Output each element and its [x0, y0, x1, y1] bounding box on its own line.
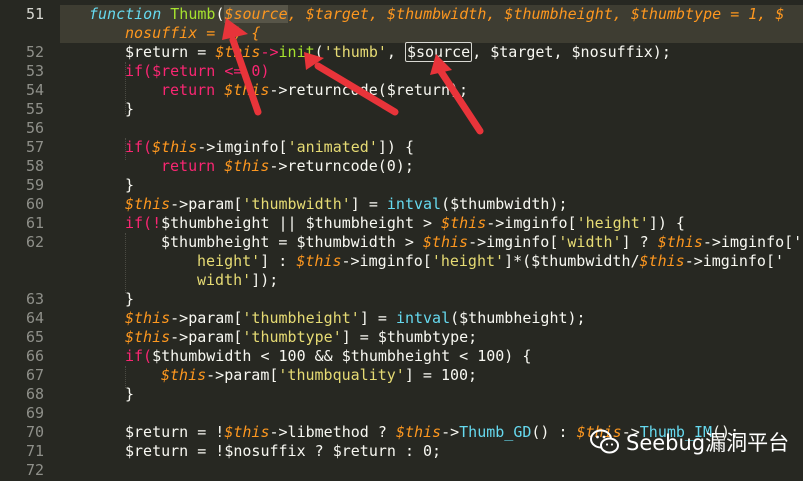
line-number: 63 [25, 290, 44, 308]
line-number: 54 [25, 81, 44, 99]
code-line-57: if($this->imginfo['animated']) { [125, 138, 414, 156]
code-line-51-wrap: nosuffix = 0) { [125, 24, 261, 42]
code-line-54: return $this->returncode($return); [161, 81, 469, 99]
code-line-55: } [125, 100, 135, 118]
code-line-65: $this->param['thumbtype'] = $thumbtype; [125, 328, 478, 346]
seebug-watermark: Seebug漏洞平台 [590, 424, 789, 460]
line-number: 65 [25, 328, 44, 346]
wechat-logo-icon [590, 428, 619, 456]
line-number: 71 [25, 442, 44, 460]
code-line-62-wrap-2: width']); [197, 271, 279, 289]
line-number: 70 [25, 423, 44, 441]
indent-guide [125, 233, 126, 293]
code-line-60: $this->param['thumbwidth'] = intval($thu… [125, 195, 568, 213]
line-number: 64 [25, 309, 44, 327]
line-number: 53 [25, 62, 44, 80]
code-line-53: if($return <= 0) [125, 62, 270, 80]
line-number: 57 [25, 138, 44, 156]
code-line-58: return $this->returncode(0); [161, 157, 414, 175]
code-line-66: if($thumbwidth < 100 && $thumbheight < 1… [125, 347, 532, 365]
watermark-text: Seebug漏洞平台 [626, 431, 790, 455]
code-editor[interactable]: 51 52 53 54 55 56 57 58 59 60 61 62 63 6… [0, 0, 803, 481]
line-number: 61 [25, 214, 44, 232]
line-number: 72 [25, 461, 44, 479]
line-number: 67 [25, 366, 44, 384]
line-number: 69 [25, 404, 44, 422]
source-match-highlight: $source [404, 42, 473, 62]
code-line-61: if(!$thumbheight || $thumbheight > $this… [125, 214, 685, 232]
code-line-67: $this->param['thumbquality'] = 100; [161, 366, 478, 384]
code-line-52: $return = $this->init('thumb', $source, … [125, 42, 671, 62]
line-number: 62 [25, 233, 44, 251]
line-number: 58 [25, 157, 44, 175]
line-number: 51 [25, 5, 44, 23]
line-number: 59 [25, 176, 44, 194]
code-line-62: $thumbheight = $thumbwidth > $this->imgi… [161, 233, 803, 251]
line-number: 55 [25, 100, 44, 118]
line-number-gutter: 51 52 53 54 55 56 57 58 59 60 61 62 63 6… [0, 0, 60, 481]
line-number: 66 [25, 347, 44, 365]
code-line-71: $return = !$nosuffix ? $return : 0; [125, 442, 442, 460]
code-line-68: } [125, 385, 135, 403]
line-number: 60 [25, 195, 44, 213]
code-line-64: $this->param['thumbheight'] = intval($th… [125, 309, 586, 327]
line-number: 56 [25, 119, 44, 137]
code-line-63: } [125, 290, 135, 308]
line-number: 52 [25, 43, 44, 61]
code-line-62-wrap-1: height'] : $this->imginfo['height']*($th… [197, 252, 785, 270]
code-line-51: function Thumb($source, $target, $thumbw… [89, 5, 785, 23]
code-line-59: } [125, 176, 135, 194]
selected-source-param: $source [224, 5, 288, 23]
line-number: 68 [25, 385, 44, 403]
